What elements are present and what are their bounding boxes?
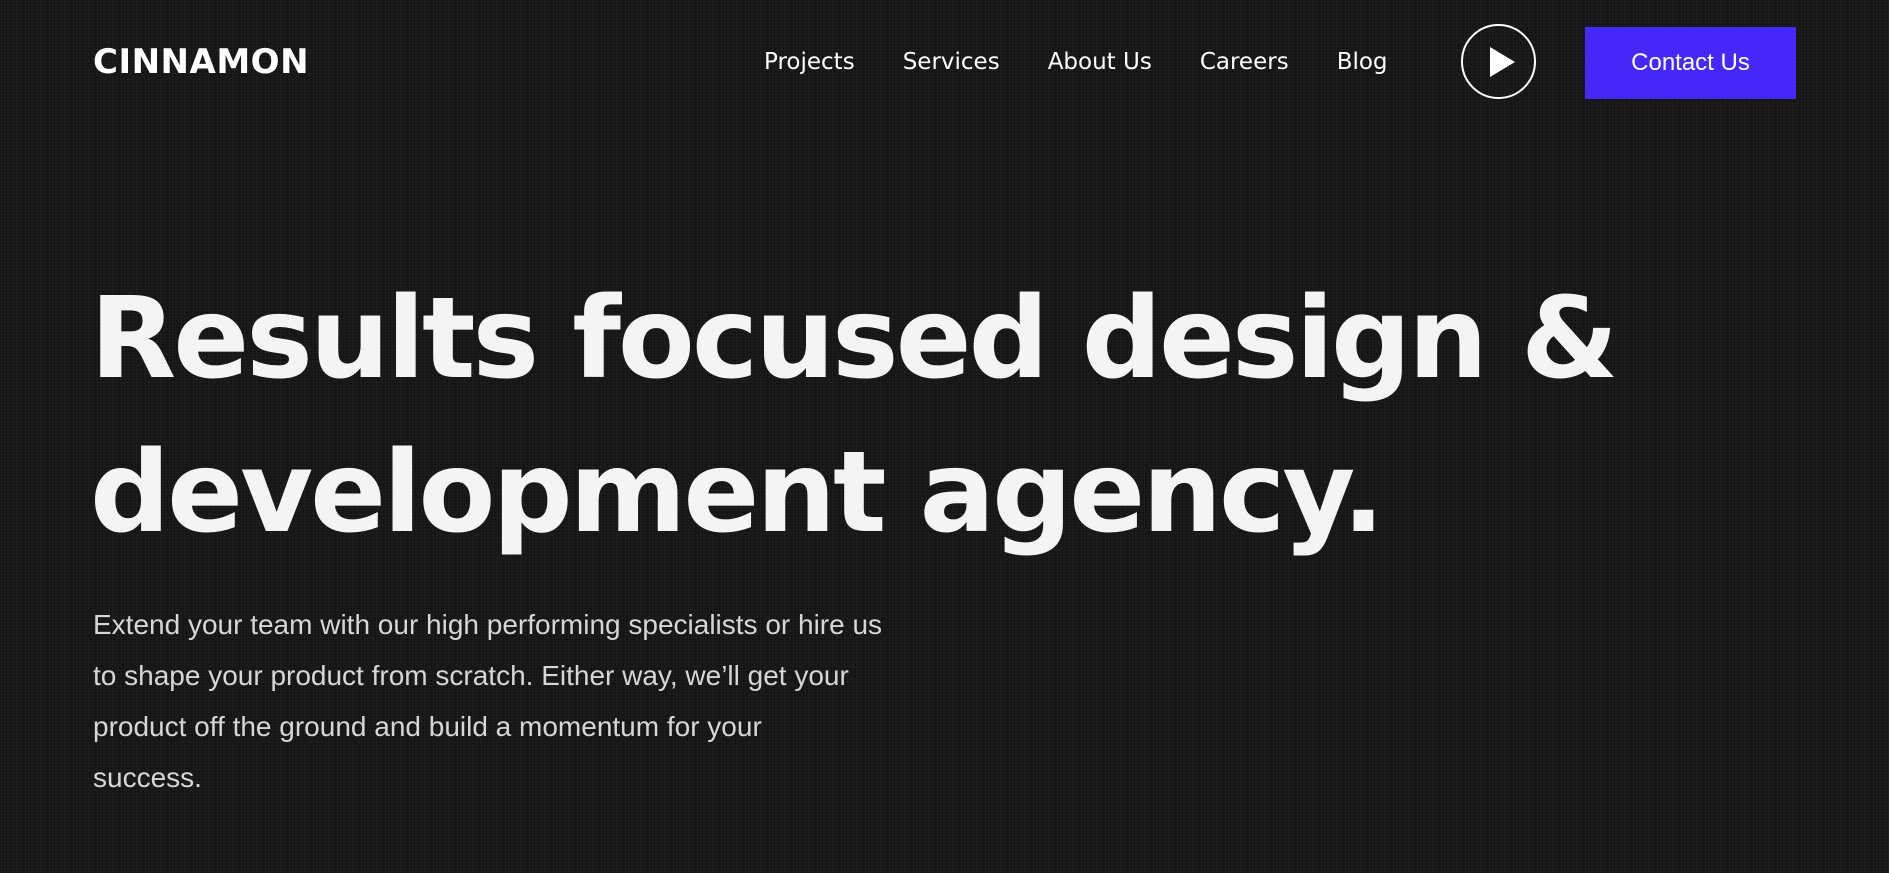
hero-title-line: development agency. [90, 428, 1385, 558]
hero-description-line: product off the ground and build a momen… [93, 711, 762, 742]
play-icon [1490, 47, 1515, 77]
hero-title: Results focused design & development age… [90, 262, 1790, 570]
hero-description-line: to shape your product from scratch. Eith… [93, 660, 849, 691]
hero-description: Extend your team with our high performin… [93, 599, 953, 803]
nav-link-projects[interactable]: Projects [764, 40, 855, 84]
main-nav: Projects Services About Us Careers Blog [740, 40, 1436, 84]
contact-us-button[interactable]: Contact Us [1585, 27, 1796, 99]
site-header: CINNAMON Projects Services About Us Care… [0, 0, 1889, 130]
logo[interactable]: CINNAMON [93, 42, 309, 82]
hero-description-line: success. [93, 762, 202, 793]
hero-title-line: Results focused design & [90, 274, 1619, 404]
nav-link-blog[interactable]: Blog [1337, 40, 1388, 84]
nav-link-careers[interactable]: Careers [1200, 40, 1289, 84]
hero-description-line: Extend your team with our high performin… [93, 609, 883, 640]
nav-link-services[interactable]: Services [903, 40, 1000, 84]
play-video-button[interactable] [1461, 24, 1536, 99]
nav-link-about-us[interactable]: About Us [1048, 40, 1152, 84]
